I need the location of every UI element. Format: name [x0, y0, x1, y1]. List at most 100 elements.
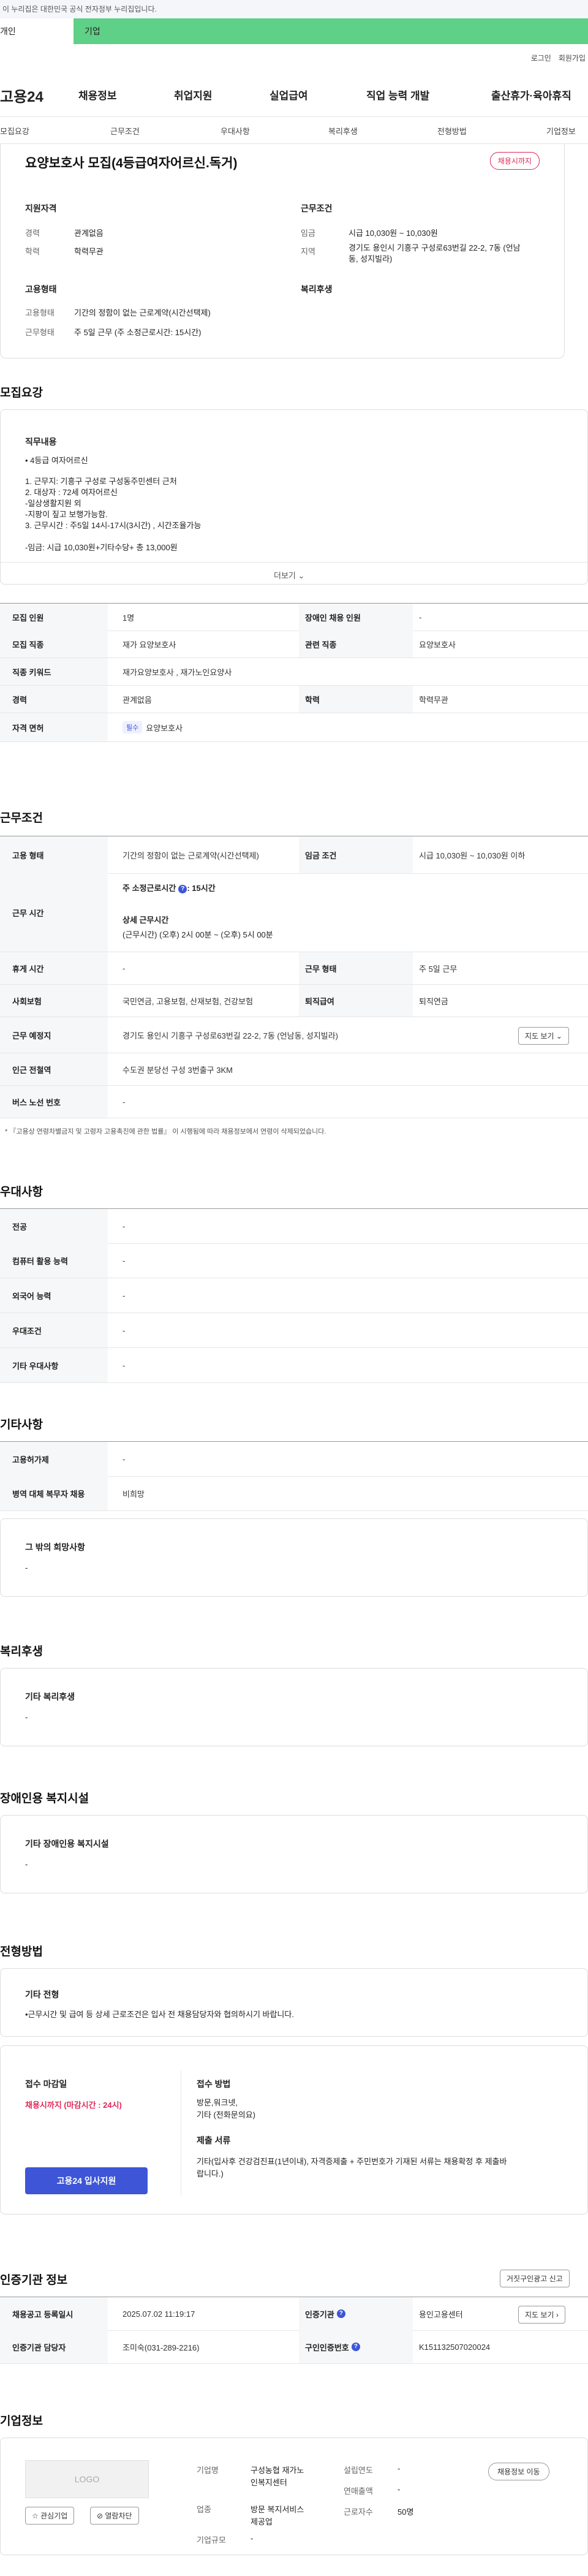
row-key: 휴게 시간 — [0, 952, 108, 984]
wage-value: 시급 10,030원 ~ 10,030원 — [349, 229, 438, 238]
edu-key: 학력 — [25, 247, 40, 256]
table-row: 직종 키워드 재가요양보호사 , 재가노인요양사 — [0, 658, 588, 686]
row-value: 기간의 정함이 없는 근로계약(시간선택제) — [123, 850, 259, 860]
job-title: 요양보호사 모집(4등급여자어르신.독거) — [25, 156, 238, 170]
global-nav: 고용24 채용정보 취업지원 실업급여 직업 능력 개발 출산휴가·육아휴직 — [0, 74, 588, 117]
gnb-jobs[interactable]: 채용정보 — [78, 87, 117, 102]
row-value: 국민연금, 고용보험, 산재보험, 건강보험 — [123, 996, 254, 1006]
emp-label: 고용형태 — [25, 284, 57, 294]
welfare-value: - — [25, 1713, 28, 1722]
tab-individual[interactable]: 개인 — [0, 18, 74, 44]
disabled-value: - — [25, 1860, 28, 1869]
report-button[interactable]: 거짓구인광고 신고 — [500, 2270, 570, 2287]
row-key: 퇴직급여 — [299, 985, 413, 1017]
hope-box: 그 밖의 희망사항 - — [0, 1518, 588, 1597]
method-title: 접수 방법 — [197, 2079, 231, 2089]
row-value: 경기도 용인시 기흥구 구성로63번길 22-2, 7동 (언남동, 성지빌라) — [123, 1031, 338, 1040]
hours-value: 주 5일 근무 (주 소정근로시간: 15시간) — [74, 328, 202, 337]
cert-map-button[interactable]: 지도 보기 › — [518, 2306, 565, 2324]
duty-line: -일상생활지원 외 — [25, 499, 81, 508]
subnav-work[interactable]: 근무조건 — [110, 125, 140, 137]
other-process-title: 기타 전형 — [25, 1990, 59, 1999]
subnav-pref[interactable]: 우대사항 — [221, 125, 250, 137]
weekly-hours-value: : 15시간 — [187, 884, 216, 893]
table-row: 고용허가제 - — [0, 1441, 588, 1477]
favorite-button[interactable]: ☆ 관심기업 — [25, 2507, 75, 2525]
table-row: 우대조건 - — [0, 1313, 588, 1348]
wage-key: 임금 — [301, 229, 315, 238]
sales-value: - — [398, 2485, 401, 2494]
row-key: 채용공고 등록일시 — [0, 2297, 108, 2330]
hope-value: - — [25, 1563, 28, 1572]
row-value: 재가요양보호사 , 재가노인요양사 — [123, 667, 232, 677]
emp-key: 고용형태 — [25, 308, 55, 317]
cert-no-key: 구인인증번호 — [305, 2343, 349, 2352]
welfare-label: 복리후생 — [301, 284, 333, 294]
subnav-recruit[interactable]: 모집요강 — [0, 125, 29, 137]
cert-heading: 인증기관 정보 — [0, 2274, 68, 2287]
row-key: 근무 형태 — [299, 952, 413, 984]
duty-label: 직무내용 — [25, 437, 57, 447]
gov-banner: 이 누리집은 대한민국 공식 전자정부 누리집입니다. — [0, 0, 588, 18]
util-links: 로그인 회원가입 — [524, 53, 586, 63]
join-link[interactable]: 회원가입 — [559, 54, 586, 63]
info-icon[interactable]: ? — [178, 884, 187, 893]
table-row: 경력 관계없음 학력 학력무관 — [0, 686, 588, 713]
disabled-heading: 장애인용 복지시설 — [0, 1792, 89, 1805]
row-value: - — [419, 612, 422, 622]
login-link[interactable]: 로그인 — [531, 54, 551, 63]
welfare-box: 기타 복리후생 - — [0, 1668, 588, 1746]
disabled-box: 기타 장애인용 복지시설 - — [0, 1815, 588, 1893]
year-key: 설립연도 — [344, 2466, 373, 2475]
row-key: 장애인 채용 인원 — [299, 604, 413, 631]
recruit-heading: 모집요강 — [0, 387, 43, 400]
table-row: 근무 시간 주 소정근로시간?: 15시간 상세 근무시간 (근무시간) (오후… — [0, 873, 588, 952]
age-notice: * 『고용상 연령차별금지 및 고령자 고용촉진에 관한 법률』 이 시행됨에 … — [5, 1128, 326, 1135]
deadline-value: 채용시까지 (마감시간 : 24시) — [25, 2101, 122, 2110]
license-value: 필수 요양보호사 — [123, 713, 183, 741]
industry-value-2: 제공업 — [251, 2517, 273, 2526]
row-key: 인증기관 담당자 — [0, 2330, 108, 2363]
info-icon[interactable]: ? — [351, 2343, 360, 2351]
row-key: 경력 — [0, 686, 108, 713]
row-value: 용인고용센터 — [419, 2309, 463, 2319]
row-key: 컴퓨터 활용 능력 — [0, 1243, 108, 1278]
table-row: 전공 - — [0, 1208, 588, 1244]
loc-key: 지역 — [301, 247, 315, 256]
apply-button[interactable]: 고용24 입사지원 — [25, 2167, 148, 2194]
gnb-leave[interactable]: 출산휴가·육아휴직 — [491, 87, 571, 102]
gnb-training[interactable]: 직업 능력 개발 — [366, 87, 429, 102]
tab-business[interactable]: 기업 — [74, 18, 588, 44]
subnav-welfare[interactable]: 복리후생 — [328, 125, 358, 137]
map-button[interactable]: 지도 보기 ⌄ — [518, 1027, 569, 1045]
row-key: 기타 우대사항 — [0, 1348, 108, 1382]
company-jobs-button[interactable]: 채용정보 이동 — [488, 2463, 549, 2480]
subnav-process[interactable]: 전형방법 — [437, 125, 467, 137]
block-button[interactable]: ⊘ 열람차단 — [90, 2507, 139, 2525]
detail-hours-label: 상세 근무시간 — [123, 915, 169, 925]
row-value: 조미숙(031-289-2216) — [123, 2343, 200, 2352]
work-heading: 근무조건 — [0, 812, 43, 825]
name-value-2: 인복지센터 — [251, 2478, 287, 2487]
gnb-employment-support[interactable]: 취업지원 — [174, 87, 213, 102]
info-icon[interactable]: ? — [336, 2309, 345, 2318]
etc-heading: 기타사항 — [0, 1419, 43, 1431]
sales-key: 연매출액 — [344, 2487, 373, 2496]
apply-box: 접수 마감일 채용시까지 (마감시간 : 24시) 고용24 입사지원 접수 방… — [0, 2045, 588, 2214]
row-value: K151132507020024 — [419, 2342, 491, 2352]
row-key: 근무 시간 — [0, 873, 108, 952]
deadline-title: 접수 마감일 — [25, 2079, 67, 2089]
other-process-box: 기타 전형 •근무시간 및 급여 등 상세 근로조건은 입사 전 채용담당자와 … — [0, 1968, 588, 2037]
row-value: 주 5일 근무 — [419, 964, 458, 974]
license-name: 요양보호사 — [146, 723, 183, 733]
subnav-company[interactable]: 기업정보 — [546, 125, 576, 137]
site-logo[interactable]: 고용24 — [0, 85, 43, 106]
duty-line: -지팡이 짚고 보행가능함. — [25, 510, 108, 519]
table-row: 병역 대체 복무자 채용 비희망 — [0, 1476, 588, 1511]
row-value: 학력무관 — [419, 695, 448, 705]
emp-value: 기간의 정함이 없는 근로계약(시간선택제) — [74, 308, 211, 317]
more-button[interactable]: 더보기 ⌄ — [274, 569, 304, 581]
detail-hours-value: (근무시간) (오후) 2시 00분 ~ (오후) 5시 00분 — [123, 930, 273, 939]
row-key: 외국어 능력 — [0, 1278, 108, 1313]
gnb-unemployment[interactable]: 실업급여 — [270, 87, 308, 102]
